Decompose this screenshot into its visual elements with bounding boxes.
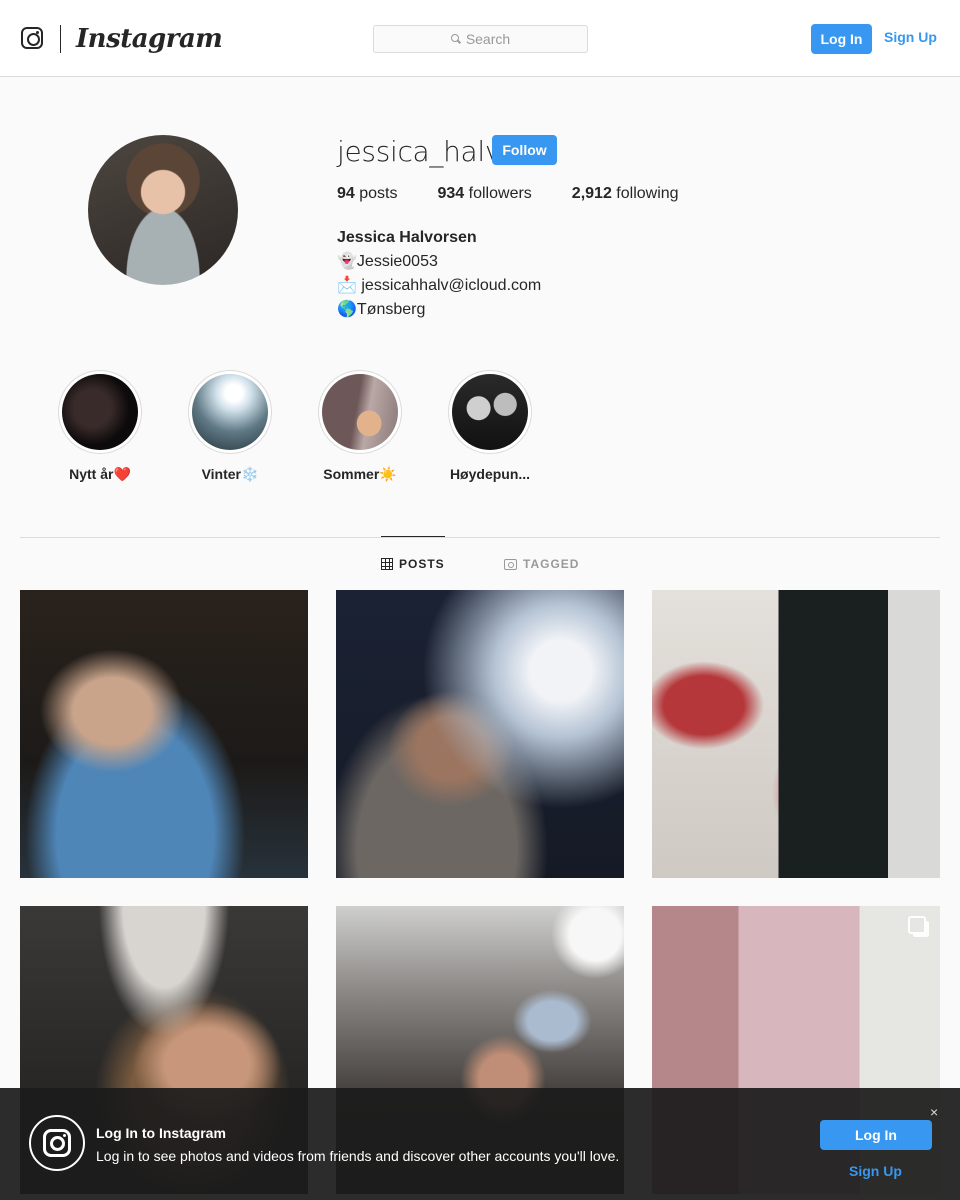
profile-avatar[interactable]: [88, 135, 238, 285]
highlight-item[interactable]: Nytt år❤️: [58, 370, 142, 483]
highlight-label: Vinter❄️: [201, 466, 259, 482]
login-banner: Log In to Instagram Log in to see photos…: [0, 1088, 960, 1200]
highlight-thumbnail: [192, 374, 268, 450]
story-highlights: Nytt år❤️ Vinter❄️ Sommer☀️ Høydepun...: [58, 370, 580, 483]
tagged-icon: [504, 558, 517, 570]
tab-posts[interactable]: POSTS: [381, 557, 445, 571]
highlight-label: Sommer☀️: [323, 466, 397, 482]
profile-stats: 94 posts 934 followers 2,912 following: [337, 185, 719, 203]
instagram-wordmark[interactable]: Instagram: [76, 24, 223, 54]
following-stat[interactable]: 2,912 following: [572, 185, 679, 203]
followers-count: 934: [437, 185, 465, 202]
active-tab-indicator: [381, 536, 445, 537]
tabs-divider: [20, 537, 940, 538]
highlight-item[interactable]: Høydepun...: [448, 370, 532, 483]
followers-stat[interactable]: 934 followers: [438, 185, 532, 203]
instagram-logo-icon: [29, 1115, 85, 1171]
highlight-item[interactable]: Sommer☀️: [318, 370, 402, 483]
posts-stat: 94 posts: [337, 185, 398, 203]
post-thumbnail[interactable]: [336, 590, 624, 878]
grid-icon: [381, 558, 393, 570]
multiple-photos-icon: [908, 916, 926, 934]
highlight-ring: [188, 370, 272, 454]
follow-button[interactable]: Follow: [492, 135, 557, 165]
highlight-ring: [58, 370, 142, 454]
followers-label: followers: [468, 185, 532, 202]
highlight-thumbnail: [62, 374, 138, 450]
highlight-thumbnail: [452, 374, 528, 450]
following-count: 2,912: [571, 185, 612, 202]
post-thumbnail[interactable]: [20, 590, 308, 878]
nav-divider: [60, 25, 61, 53]
search-icon: [450, 34, 461, 44]
bio-line-location: 🌎Tønsberg: [337, 301, 426, 318]
banner-text: Log in to see photos and videos from fri…: [96, 1148, 620, 1164]
search-placeholder: Search: [465, 31, 511, 47]
login-button[interactable]: Log In: [811, 24, 872, 54]
highlight-label: Nytt år❤️: [69, 466, 131, 482]
posts-count: 94: [337, 185, 355, 202]
highlight-thumbnail: [322, 374, 398, 450]
highlight-ring: [318, 370, 402, 454]
profile-username: jessica_halv: [337, 135, 502, 168]
highlight-item[interactable]: Vinter❄️: [188, 370, 272, 483]
following-label: following: [616, 185, 679, 202]
profile-full-name: Jessica Halvorsen: [337, 229, 477, 246]
posts-label: posts: [359, 185, 398, 202]
post-thumbnail[interactable]: [652, 590, 940, 878]
highlight-label: Høydepun...: [449, 466, 531, 482]
bio-line-snapchat: 👻Jessie0053: [337, 253, 438, 270]
top-nav: Instagram Search Log In Sign Up: [0, 0, 960, 77]
instagram-glyph-icon[interactable]: [21, 27, 43, 49]
tab-tagged[interactable]: TAGGED: [504, 557, 579, 571]
banner-login-button[interactable]: Log In: [820, 1120, 932, 1150]
banner-title: Log In to Instagram: [96, 1125, 226, 1141]
tab-tagged-label: TAGGED: [523, 557, 580, 571]
signup-link[interactable]: Sign Up: [884, 29, 937, 45]
profile-bio: Jessica Halvorsen 👻Jessie0053 📩 jessicah…: [337, 226, 541, 322]
highlight-ring: [448, 370, 532, 454]
tab-posts-label: POSTS: [399, 557, 445, 571]
search-input[interactable]: Search: [373, 25, 588, 53]
close-icon[interactable]: ×: [930, 1104, 938, 1120]
bio-line-email: 📩 jessicahhalv@icloud.com: [337, 277, 542, 294]
banner-signup-link[interactable]: Sign Up: [849, 1163, 902, 1179]
